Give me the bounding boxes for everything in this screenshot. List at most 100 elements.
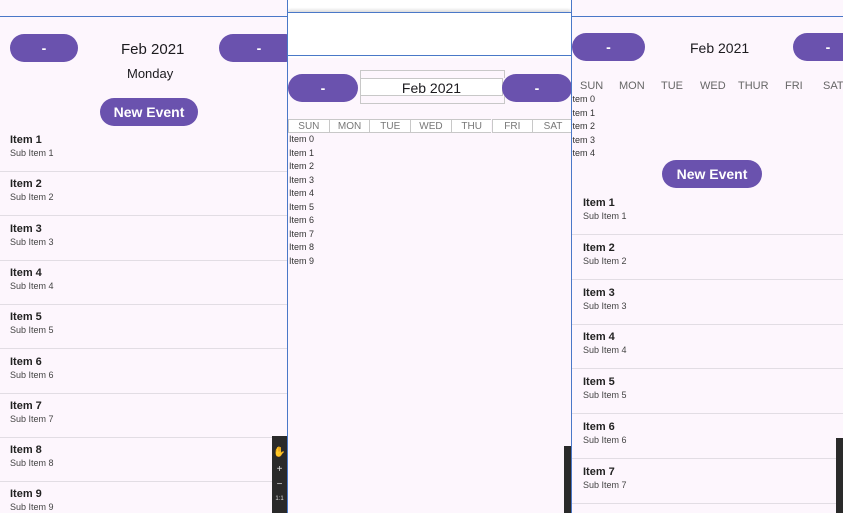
new-event-button[interactable]: New Event (662, 160, 762, 188)
item-subtitle: Sub Item 9 (10, 502, 54, 513)
header-box (288, 12, 571, 56)
weekday-thu: THU (450, 119, 492, 133)
next-month-button[interactable]: - (793, 33, 843, 61)
list-item[interactable]: Item 1 (289, 148, 314, 158)
item-title: Item 5 (583, 376, 615, 389)
item-subtitle: Sub Item 3 (10, 236, 54, 247)
zoom-control[interactable]: ✋ + − 1:1 (272, 436, 287, 513)
left-panel: - Feb 2021 - Monday New Event Item 1 Sub … (0, 0, 287, 513)
item-subtitle: Sub Item 4 (10, 280, 54, 291)
list-item[interactable]: Item 3 Sub Item 3 (572, 287, 843, 325)
list-item[interactable]: Item 7 Sub Item 7 (0, 400, 287, 438)
weekday-fri: FRI (491, 119, 533, 133)
item-title: Item 7 (10, 399, 42, 412)
item-subtitle: Sub Item 5 (583, 390, 627, 401)
item-subtitle: Sub Item 1 (583, 211, 627, 221)
weekday-thur: THUR (738, 80, 769, 92)
list-item[interactable]: Item 7 Sub Item 7 (572, 466, 843, 504)
zoom-control[interactable] (836, 438, 843, 513)
weekday-tue: TUE (369, 119, 411, 133)
top-divider-right (572, 16, 843, 17)
item-subtitle: Sub Item 3 (583, 300, 627, 311)
weekday-wed: WED (700, 80, 726, 92)
item-subtitle: Sub Item 7 (583, 479, 627, 490)
list-item[interactable]: Item 0 (572, 94, 595, 104)
item-subtitle: Sub Item 2 (583, 255, 627, 266)
weekday-wed: WED (410, 119, 451, 133)
list-item[interactable]: Item 3 Sub Item 3 (0, 223, 287, 261)
list-item[interactable]: Item 4 Sub Item 4 (0, 267, 287, 305)
list-item[interactable]: Item 1 (572, 108, 595, 118)
list-item[interactable]: Item 4 Sub Item 4 (572, 331, 843, 370)
list-item[interactable]: Item 7 (289, 229, 314, 239)
item-subtitle: Sub Item 4 (583, 345, 627, 356)
list-item[interactable]: Item 8 (289, 242, 314, 252)
next-month-button[interactable]: - (219, 34, 287, 62)
item-title: Item 6 (583, 421, 615, 433)
list-item[interactable]: Item 0 (289, 134, 314, 144)
new-event-button[interactable]: New Event (100, 98, 198, 126)
list-item[interactable]: Item 4 (572, 148, 595, 158)
day-title: Monday (127, 66, 174, 81)
month-title: Feb 2021 (690, 40, 750, 56)
weekday-sun: SUN (580, 80, 604, 92)
list-item[interactable]: Item 2 (572, 121, 595, 131)
list-item[interactable]: Item 6 (289, 215, 314, 225)
list-item[interactable]: Item 2 (289, 161, 314, 171)
weekday-sat: SAT (823, 80, 843, 92)
item-subtitle: Sub Item 1 (10, 148, 54, 158)
right-panel: - Feb 2021 - SUN MON TUE WED THUR FRI SAT Item… (572, 0, 843, 513)
item-title: Item 3 (583, 286, 615, 299)
item-title: Item 6 (10, 355, 42, 368)
list-item[interactable]: Item 2 Sub Item 2 (572, 242, 843, 280)
item-subtitle: Sub Item 8 (10, 458, 54, 469)
list-item[interactable]: Item 6 Sub Item 6 (0, 356, 287, 394)
grid-top (360, 70, 505, 78)
list-item[interactable]: Item 6 Sub Item 6 (572, 421, 843, 459)
list-item[interactable]: Item 5 (289, 202, 314, 212)
item-title: Item 2 (10, 178, 42, 191)
list-item[interactable]: Item 3 (289, 175, 314, 185)
item-title: Item 1 (583, 197, 615, 209)
item-title: Item 4 (583, 331, 615, 344)
prev-month-button[interactable]: - (288, 74, 358, 102)
prev-month-button[interactable]: - (10, 34, 78, 62)
item-subtitle: Sub Item 2 (10, 192, 54, 203)
zoom-out-button[interactable]: − (277, 479, 283, 490)
weekday-fri: FRI (785, 80, 803, 92)
zoom-ratio: 1:1 (275, 496, 284, 502)
item-title: Item 2 (583, 241, 615, 254)
item-title: Item 4 (10, 266, 42, 279)
grid-bottom (360, 96, 505, 104)
list-item[interactable]: Item 5 Sub Item 5 (572, 376, 843, 415)
item-title: Item 3 (10, 222, 42, 235)
weekday-sun: SUN (288, 119, 329, 133)
zoom-control[interactable] (564, 446, 571, 513)
next-month-button[interactable]: - (502, 74, 571, 102)
list-item[interactable]: Item 1 Sub Item 1 (572, 197, 843, 235)
list-item[interactable]: Item 9 (289, 256, 314, 266)
weekday-tue: TUE (661, 80, 683, 92)
list-item[interactable]: Item 9 Sub Item 9 (0, 488, 287, 513)
drag-icon[interactable]: ✋ (273, 447, 285, 458)
weekday-sat: SAT (532, 119, 571, 133)
item-title: Item 9 (10, 488, 42, 501)
item-title: Item 5 (10, 311, 42, 324)
list-item[interactable]: Item 2 Sub Item 2 (0, 178, 287, 217)
item-subtitle: Sub Item 6 (10, 369, 54, 380)
list-item[interactable]: Item 1 Sub Item 1 (0, 134, 287, 172)
middle-panel: - Feb 2021 - SUN MON TUE WED THU FRI SAT Item … (287, 0, 572, 513)
list-item[interactable]: Item 5 Sub Item 5 (0, 311, 287, 350)
item-subtitle: Sub Item 7 (10, 413, 54, 424)
item-title: Item 7 (583, 465, 615, 478)
prev-month-button[interactable]: - (572, 33, 645, 61)
list-item[interactable]: Item 8 Sub Item 8 (0, 444, 287, 483)
item-subtitle: Sub Item 5 (10, 325, 54, 336)
weekday-mon: MON (619, 80, 645, 92)
item-title: Item 1 (10, 134, 42, 146)
list-item[interactable]: Item 3 (572, 135, 595, 145)
month-title: Feb 2021 (360, 78, 503, 96)
item-subtitle: Sub Item 6 (583, 435, 627, 445)
zoom-in-button[interactable]: + (277, 464, 283, 475)
list-item[interactable]: Item 4 (289, 188, 314, 198)
